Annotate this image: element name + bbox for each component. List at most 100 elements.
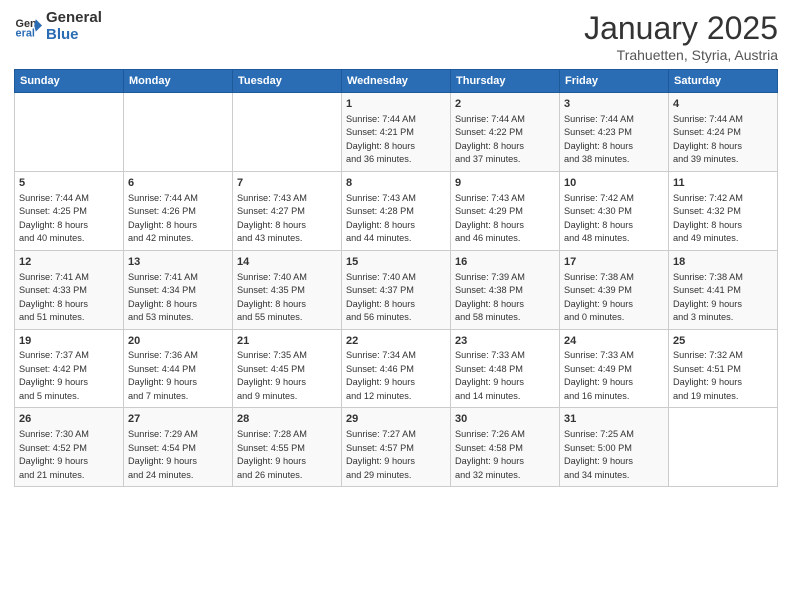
week-row-3: 12 Sunrise: 7:41 AM Sunset: 4:33 PM Dayli… (15, 250, 778, 329)
day-info: Sunrise: 7:43 AM Sunset: 4:28 PM Dayligh… (346, 193, 416, 244)
calendar-cell: 27 Sunrise: 7:29 AM Sunset: 4:54 PM Dayli… (124, 408, 233, 487)
day-info: Sunrise: 7:32 AM Sunset: 4:51 PM Dayligh… (673, 350, 743, 401)
day-info: Sunrise: 7:44 AM Sunset: 4:22 PM Dayligh… (455, 114, 525, 165)
day-info: Sunrise: 7:36 AM Sunset: 4:44 PM Dayligh… (128, 350, 198, 401)
day-info: Sunrise: 7:39 AM Sunset: 4:38 PM Dayligh… (455, 272, 525, 323)
calendar-table: SundayMondayTuesdayWednesdayThursdayFrid… (14, 69, 778, 487)
calendar-cell: 9 Sunrise: 7:43 AM Sunset: 4:29 PM Daylig… (451, 171, 560, 250)
day-info: Sunrise: 7:44 AM Sunset: 4:23 PM Dayligh… (564, 114, 634, 165)
calendar-cell: 3Sunrise: 7:44 AM Sunset: 4:23 PM Daylig… (560, 93, 669, 172)
header-friday: Friday (560, 70, 669, 93)
header-sunday: Sunday (15, 70, 124, 93)
calendar-body: 1 Sunrise: 7:44 AM Sunset: 4:21 PM Daylig… (15, 93, 778, 487)
calendar-cell: 6 Sunrise: 7:44 AM Sunset: 4:26 PM Daylig… (124, 171, 233, 250)
calendar-cell: 19Sunrise: 7:37 AM Sunset: 4:42 PM Dayli… (15, 329, 124, 408)
calendar-cell: 14 Sunrise: 7:40 AM Sunset: 4:35 PM Dayli… (233, 250, 342, 329)
day-info: Sunrise: 7:29 AM Sunset: 4:54 PM Dayligh… (128, 429, 198, 480)
calendar-cell (233, 93, 342, 172)
day-number: 1 (346, 97, 446, 112)
day-number: 5 (19, 176, 119, 191)
header-tuesday: Tuesday (233, 70, 342, 93)
calendar-cell: 16 Sunrise: 7:39 AM Sunset: 4:38 PM Dayli… (451, 250, 560, 329)
day-number: 23 (455, 334, 555, 349)
calendar-cell: 20Sunrise: 7:36 AM Sunset: 4:44 PM Dayli… (124, 329, 233, 408)
day-info: Sunrise: 7:26 AM Sunset: 4:58 PM Dayligh… (455, 429, 525, 480)
day-number: 25 (673, 334, 773, 349)
header-monday: Monday (124, 70, 233, 93)
day-number: 13 (128, 255, 228, 270)
day-info: Sunrise: 7:34 AM Sunset: 4:46 PM Dayligh… (346, 350, 416, 401)
day-info: Sunrise: 7:38 AM Sunset: 4:39 PM Dayligh… (564, 272, 634, 323)
day-number: 8 (346, 176, 446, 191)
calendar-cell: 22Sunrise: 7:34 AM Sunset: 4:46 PM Dayli… (342, 329, 451, 408)
day-info: Sunrise: 7:40 AM Sunset: 4:35 PM Dayligh… (237, 272, 307, 323)
month-title: January 2025 (584, 10, 778, 47)
day-number: 14 (237, 255, 337, 270)
page-container: Gen eral General Blue January 2025 Trahu… (0, 0, 792, 495)
day-number: 19 (19, 334, 119, 349)
day-number: 16 (455, 255, 555, 270)
day-number: 12 (19, 255, 119, 270)
day-number: 10 (564, 176, 664, 191)
title-block: January 2025 Trahuetten, Styria, Austria (584, 10, 778, 63)
day-info: Sunrise: 7:28 AM Sunset: 4:55 PM Dayligh… (237, 429, 307, 480)
day-number: 2 (455, 97, 555, 112)
day-number: 11 (673, 176, 773, 191)
day-info: Sunrise: 7:44 AM Sunset: 4:26 PM Dayligh… (128, 193, 198, 244)
logo-icon: Gen eral (14, 13, 42, 41)
day-info: Sunrise: 7:33 AM Sunset: 4:49 PM Dayligh… (564, 350, 634, 401)
day-number: 9 (455, 176, 555, 191)
header-saturday: Saturday (669, 70, 778, 93)
calendar-cell: 11 Sunrise: 7:42 AM Sunset: 4:32 PM Dayli… (669, 171, 778, 250)
location-subtitle: Trahuetten, Styria, Austria (584, 47, 778, 63)
day-number: 24 (564, 334, 664, 349)
calendar-cell: 26 Sunrise: 7:30 AM Sunset: 4:52 PM Dayli… (15, 408, 124, 487)
calendar-cell: 13 Sunrise: 7:41 AM Sunset: 4:34 PM Dayli… (124, 250, 233, 329)
day-number: 17 (564, 255, 664, 270)
day-info: Sunrise: 7:42 AM Sunset: 4:32 PM Dayligh… (673, 193, 743, 244)
calendar-cell: 21Sunrise: 7:35 AM Sunset: 4:45 PM Dayli… (233, 329, 342, 408)
day-number: 30 (455, 412, 555, 427)
calendar-cell: 30 Sunrise: 7:26 AM Sunset: 4:58 PM Dayli… (451, 408, 560, 487)
week-row-4: 19Sunrise: 7:37 AM Sunset: 4:42 PM Dayli… (15, 329, 778, 408)
day-number: 6 (128, 176, 228, 191)
day-info: Sunrise: 7:33 AM Sunset: 4:48 PM Dayligh… (455, 350, 525, 401)
day-number: 31 (564, 412, 664, 427)
calendar-header-row: SundayMondayTuesdayWednesdayThursdayFrid… (15, 70, 778, 93)
day-number: 26 (19, 412, 119, 427)
logo-blue: Blue (46, 27, 102, 44)
day-number: 29 (346, 412, 446, 427)
day-info: Sunrise: 7:30 AM Sunset: 4:52 PM Dayligh… (19, 429, 89, 480)
day-number: 20 (128, 334, 228, 349)
svg-text:eral: eral (16, 27, 35, 39)
day-info: Sunrise: 7:38 AM Sunset: 4:41 PM Dayligh… (673, 272, 743, 323)
day-info: Sunrise: 7:37 AM Sunset: 4:42 PM Dayligh… (19, 350, 89, 401)
logo-text: General Blue (46, 10, 102, 43)
logo: Gen eral General Blue (14, 10, 102, 43)
calendar-cell: 17 Sunrise: 7:38 AM Sunset: 4:39 PM Dayli… (560, 250, 669, 329)
day-info: Sunrise: 7:27 AM Sunset: 4:57 PM Dayligh… (346, 429, 416, 480)
day-number: 27 (128, 412, 228, 427)
calendar-cell (669, 408, 778, 487)
calendar-cell: 4Sunrise: 7:44 AM Sunset: 4:24 PM Daylig… (669, 93, 778, 172)
day-number: 22 (346, 334, 446, 349)
day-info: Sunrise: 7:41 AM Sunset: 4:33 PM Dayligh… (19, 272, 89, 323)
calendar-cell: 29 Sunrise: 7:27 AM Sunset: 4:57 PM Dayli… (342, 408, 451, 487)
day-number: 21 (237, 334, 337, 349)
calendar-cell: 25Sunrise: 7:32 AM Sunset: 4:51 PM Dayli… (669, 329, 778, 408)
calendar-cell (15, 93, 124, 172)
calendar-cell: 24Sunrise: 7:33 AM Sunset: 4:49 PM Dayli… (560, 329, 669, 408)
day-info: Sunrise: 7:41 AM Sunset: 4:34 PM Dayligh… (128, 272, 198, 323)
week-row-5: 26 Sunrise: 7:30 AM Sunset: 4:52 PM Dayli… (15, 408, 778, 487)
day-info: Sunrise: 7:42 AM Sunset: 4:30 PM Dayligh… (564, 193, 634, 244)
calendar-cell: 5Sunrise: 7:44 AM Sunset: 4:25 PM Daylig… (15, 171, 124, 250)
day-info: Sunrise: 7:43 AM Sunset: 4:29 PM Dayligh… (455, 193, 525, 244)
calendar-cell: 18Sunrise: 7:38 AM Sunset: 4:41 PM Dayli… (669, 250, 778, 329)
calendar-cell: 12 Sunrise: 7:41 AM Sunset: 4:33 PM Dayli… (15, 250, 124, 329)
calendar-cell: 28Sunrise: 7:28 AM Sunset: 4:55 PM Dayli… (233, 408, 342, 487)
calendar-cell: 2 Sunrise: 7:44 AM Sunset: 4:22 PM Daylig… (451, 93, 560, 172)
header-wednesday: Wednesday (342, 70, 451, 93)
day-info: Sunrise: 7:44 AM Sunset: 4:21 PM Dayligh… (346, 114, 416, 165)
page-header: Gen eral General Blue January 2025 Trahu… (14, 10, 778, 63)
header-thursday: Thursday (451, 70, 560, 93)
